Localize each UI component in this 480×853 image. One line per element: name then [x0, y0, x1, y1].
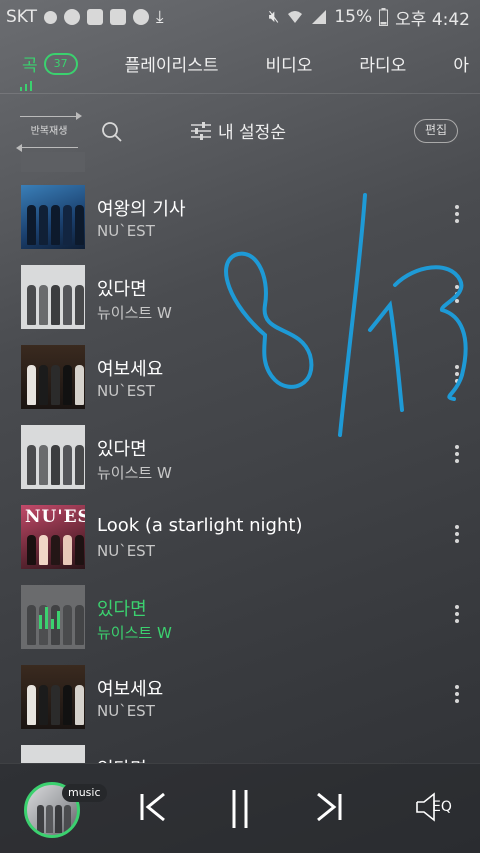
song-title: Look (a starlight night) — [97, 515, 303, 536]
edit-button[interactable]: 편집 — [414, 119, 458, 143]
sliders-icon — [191, 121, 211, 140]
song-artist: NU`EST — [97, 222, 155, 240]
clock: 오후 4:42 — [395, 9, 470, 30]
song-row[interactable]: 있다면 — [0, 737, 480, 763]
more-options-icon[interactable] — [455, 445, 459, 463]
youtube-icon — [87, 9, 104, 25]
gallery-icon — [110, 9, 127, 25]
song-title: 있다면 — [97, 599, 147, 620]
more-options-icon[interactable] — [455, 285, 459, 303]
song-title: 있다면 — [97, 279, 147, 300]
now-playing-equalizer-icon — [39, 605, 60, 629]
song-row[interactable]: 여왕의 기사 NU`EST — [0, 177, 480, 257]
mute-icon: 🔇︎ — [268, 7, 280, 27]
status-bar: SKT ⤓ 🔇︎ 15% 오후 4:42 — [0, 0, 480, 34]
download-icon: ⤓ — [156, 7, 164, 27]
album-art — [21, 425, 85, 489]
song-title: 있다면 — [97, 439, 147, 460]
song-artist: NU`EST — [97, 382, 155, 400]
next-track-icon[interactable] — [314, 790, 344, 824]
album-art — [21, 345, 85, 409]
song-artist: 뉴이스트 W — [97, 624, 172, 642]
song-row[interactable]: 있다면 뉴이스트 W — [0, 417, 480, 497]
more-options-icon[interactable] — [455, 525, 459, 543]
more-options-icon[interactable] — [455, 685, 459, 703]
album-art — [21, 265, 85, 329]
talk-icon — [133, 9, 150, 25]
music-badge: music — [62, 784, 107, 802]
song-title: 여보세요 — [97, 679, 164, 700]
song-artist: 뉴이스트 W — [97, 304, 172, 322]
song-title: 여보세요 — [97, 359, 164, 380]
previous-track-icon[interactable] — [138, 790, 168, 824]
mini-player: music EQ — [0, 763, 480, 853]
tab-videos[interactable]: 비디오 — [265, 51, 312, 76]
song-row-now-playing[interactable]: 있다면 뉴이스트 W — [0, 577, 480, 657]
list-toolbar: 반복재생 내 설정순 편집 — [0, 110, 480, 152]
album-art — [21, 585, 85, 649]
song-row[interactable]: 있다면 뉴이스트 W — [0, 257, 480, 337]
pause-icon[interactable] — [228, 788, 252, 830]
tab-songs[interactable]: 곡 37 — [22, 51, 78, 76]
wifi-icon — [288, 11, 303, 23]
album-art: NU'EST — [21, 505, 85, 569]
album-art — [21, 665, 85, 729]
messenger-icon — [64, 9, 81, 25]
song-artist: NU`EST — [97, 542, 155, 560]
eq-label: EQ — [432, 799, 452, 815]
more-options-icon[interactable] — [455, 605, 459, 623]
eq-button[interactable]: EQ — [414, 792, 460, 824]
more-options-icon[interactable] — [455, 205, 459, 223]
tab-radio[interactable]: 라디오 — [359, 51, 406, 76]
album-logo: NU'EST — [25, 507, 85, 527]
active-tab-indicator-icon — [20, 81, 32, 91]
song-list: 여왕의 기사 NU`EST 있다면 뉴이스트 W 여보세요 NU`EST 있다면… — [0, 152, 480, 763]
battery-icon — [379, 8, 389, 26]
tab-more-truncated[interactable]: 아 — [453, 51, 469, 76]
album-art — [21, 745, 85, 763]
song-artist: NU`EST — [97, 702, 155, 720]
battery-percent: 15% — [334, 7, 373, 27]
album-art — [21, 185, 85, 249]
song-count-badge: 37 — [43, 52, 78, 75]
song-title: 있다면 — [97, 755, 147, 763]
song-title: 여왕의 기사 — [97, 199, 186, 220]
status-right: 🔇︎ 15% 오후 4:42 — [269, 5, 470, 30]
signal-icon — [312, 10, 327, 24]
song-row[interactable]: NU'EST Look (a starlight night) NU`EST — [0, 497, 480, 577]
tab-playlists[interactable]: 플레이리스트 — [125, 51, 219, 76]
partial-album-art — [21, 152, 85, 172]
status-left: SKT ⤓ — [6, 7, 164, 27]
sort-label: 내 설정순 — [218, 123, 286, 143]
song-row[interactable]: 여보세요 NU`EST — [0, 337, 480, 417]
category-tabs: 곡 37 플레이리스트 비디오 라디오 아 — [0, 34, 480, 94]
song-artist: 뉴이스트 W — [97, 464, 172, 482]
more-options-icon[interactable] — [455, 365, 459, 383]
search-icon[interactable] — [100, 120, 124, 144]
carrier-label: SKT — [6, 7, 38, 27]
song-row[interactable]: 여보세요 NU`EST — [0, 657, 480, 737]
tab-songs-label: 곡 — [22, 56, 38, 76]
sort-selector[interactable]: 내 설정순 — [190, 118, 286, 143]
notification-icon — [44, 10, 58, 24]
repeat-button[interactable]: 반복재생 — [16, 112, 82, 152]
